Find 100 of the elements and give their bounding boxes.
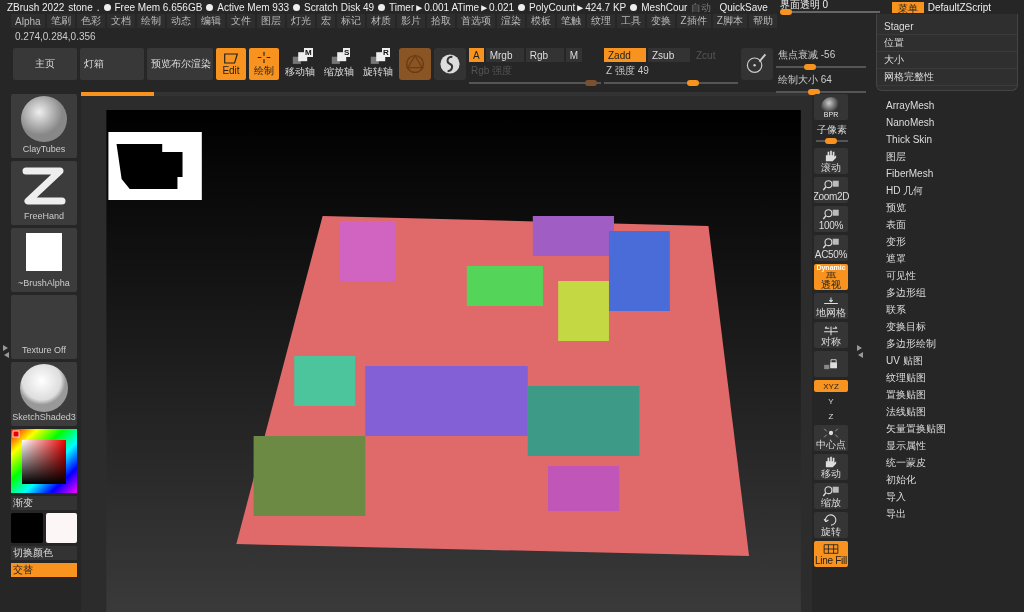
nav-button[interactable]: 主页: [13, 48, 77, 80]
symmetry-icon: [822, 323, 840, 336]
tool-menu-item[interactable]: 纹理贴图: [886, 369, 1024, 386]
menu-item[interactable]: 影片: [396, 14, 425, 28]
tool-menu-item[interactable]: 图层: [886, 148, 1024, 165]
menu-item[interactable]: 文档: [106, 14, 135, 28]
axis-button[interactable]: XYZ: [814, 380, 848, 392]
panel-toggle-icon[interactable]: [857, 344, 863, 358]
menu-item[interactable]: 模板: [526, 14, 555, 28]
quicksave-button[interactable]: QuickSave: [719, 1, 768, 13]
axis-button[interactable]: Z: [814, 410, 848, 422]
tool-menu-item[interactable]: ArrayMesh: [886, 97, 1024, 114]
menu-item[interactable]: 帮助: [748, 14, 777, 28]
menu-item[interactable]: 编辑: [196, 14, 225, 28]
shelf-button[interactable]: [814, 351, 848, 377]
submenu-item[interactable]: 大小: [877, 52, 1017, 69]
menu-item[interactable]: 图层: [256, 14, 285, 28]
menu-item[interactable]: 动态: [166, 14, 195, 28]
tool-menu-item[interactable]: 显示属性: [886, 437, 1024, 454]
tool-menu-item[interactable]: 法线贴图: [886, 403, 1024, 420]
tool-menu-item[interactable]: 表面: [886, 216, 1024, 233]
thumbnail-button[interactable]: FreeHand: [11, 161, 77, 225]
nav-button[interactable]: 预览布尔渲染: [147, 48, 213, 80]
shelf-button[interactable]: AC50%: [814, 235, 848, 261]
nav-button[interactable]: 灯箱: [80, 48, 144, 80]
tool-menu-item[interactable]: HD 几何: [886, 182, 1024, 199]
secondary-color-swatch[interactable]: [45, 513, 77, 543]
tool-menu-item[interactable]: 多边形组: [886, 284, 1024, 301]
menu-item[interactable]: 绘制: [136, 14, 165, 28]
shelf-button[interactable]: 滚动: [814, 148, 848, 174]
thumbnail-button[interactable]: SketchShaded3: [11, 362, 77, 426]
thumbnail-button[interactable]: ~BrushAlpha: [11, 228, 77, 292]
panel-toggle-icon[interactable]: [2, 344, 9, 358]
gradient-button[interactable]: 渐变: [11, 496, 77, 510]
menu-item[interactable]: 宏: [316, 14, 335, 28]
tool-menu-item[interactable]: 初始化: [886, 471, 1024, 488]
menu-item[interactable]: 变换: [646, 14, 675, 28]
menu-item[interactable]: Z插件: [676, 14, 711, 28]
channel-button[interactable]: Mrgb: [485, 48, 524, 62]
submenu-item[interactable]: 网格完整性: [877, 69, 1017, 86]
gizmo-button[interactable]: S 缩放轴: [321, 48, 357, 80]
menu-item[interactable]: 拾取: [426, 14, 455, 28]
tool-menu-item[interactable]: NanoMesh: [886, 114, 1024, 131]
tool-menu-item[interactable]: 联系: [886, 301, 1024, 318]
tool-menu-item[interactable]: FiberMesh: [886, 165, 1024, 182]
alternate-button[interactable]: 交替: [11, 563, 77, 577]
tool-menu-item[interactable]: 可见性: [886, 267, 1024, 284]
z-mode-button[interactable]: Zsub: [648, 48, 690, 62]
channel-button[interactable]: M: [565, 48, 582, 62]
shelf-button[interactable]: 100%: [814, 206, 848, 232]
shelf-button[interactable]: 旋转: [814, 512, 848, 538]
tool-menu-item[interactable]: 变换目标: [886, 318, 1024, 335]
smooth-button[interactable]: [434, 48, 466, 80]
shelf-button[interactable]: 缩放: [814, 483, 848, 509]
z-mode-button[interactable]: Zadd: [604, 48, 646, 62]
tool-menu-item[interactable]: 预览: [886, 199, 1024, 216]
menu-item[interactable]: 色彩: [76, 14, 105, 28]
shelf-button[interactable]: 对称: [814, 322, 848, 348]
shelf-button[interactable]: Line Fill: [814, 541, 848, 567]
menu-item[interactable]: Alpha: [11, 14, 45, 28]
channel-button[interactable]: Rgb: [525, 48, 564, 62]
tool-menu-item[interactable]: 导出: [886, 505, 1024, 522]
menu-item[interactable]: 首选项: [456, 14, 495, 28]
menu-item[interactable]: 纹理: [586, 14, 615, 28]
menu-button[interactable]: 菜单: [891, 1, 924, 13]
tool-menu-item[interactable]: 多边形绘制: [886, 335, 1024, 352]
menu-item[interactable]: 文件: [226, 14, 255, 28]
menu-item[interactable]: Z脚本: [712, 14, 747, 28]
menu-item[interactable]: 标记: [336, 14, 365, 28]
submenu-item[interactable]: Stager: [877, 18, 1017, 35]
axis-button[interactable]: Y: [814, 395, 848, 407]
menu-item[interactable]: 笔刷: [46, 14, 75, 28]
mode-button[interactable]: 绘制: [249, 48, 279, 80]
submenu-item[interactable]: 位置: [877, 35, 1017, 52]
tool-menu-item[interactable]: UV 贴图: [886, 352, 1024, 369]
menu-item[interactable]: 笔触: [556, 14, 585, 28]
shelf-button[interactable]: 地网格: [814, 293, 848, 319]
primary-color-swatch[interactable]: [11, 513, 43, 543]
tool-menu-item[interactable]: 置换贴图: [886, 386, 1024, 403]
brush-settings-button[interactable]: [741, 48, 773, 80]
menu-item[interactable]: 灯光: [286, 14, 315, 28]
tool-menu-item[interactable]: 统一蒙皮: [886, 454, 1024, 471]
menu-item[interactable]: 渲染: [496, 14, 525, 28]
gizmo-button[interactable]: M 移动轴: [282, 48, 318, 80]
tool-menu-item[interactable]: 矢量置换贴图: [886, 420, 1024, 437]
color-picker[interactable]: [11, 429, 77, 493]
channel-button[interactable]: A: [469, 48, 484, 62]
shelf-button[interactable]: 移动: [814, 454, 848, 480]
thumbnail-button[interactable]: ClayTubes: [11, 94, 77, 158]
menu-item[interactable]: 工具: [616, 14, 645, 28]
menu-item[interactable]: 材质: [366, 14, 395, 28]
gizmo-button[interactable]: R 旋转轴: [360, 48, 396, 80]
tool-menu-item[interactable]: 导入: [886, 488, 1024, 505]
mode-button[interactable]: Edit: [216, 48, 246, 80]
tool-menu-item[interactable]: 变形: [886, 233, 1024, 250]
tool-menu-item[interactable]: Thick Skin: [886, 131, 1024, 148]
thumbnail-button[interactable]: Texture Off: [11, 295, 77, 359]
swap-color-button[interactable]: 切换颜色: [11, 546, 77, 560]
shelf-button[interactable]: 中心点: [814, 425, 848, 451]
tool-menu-item[interactable]: 遮罩: [886, 250, 1024, 267]
